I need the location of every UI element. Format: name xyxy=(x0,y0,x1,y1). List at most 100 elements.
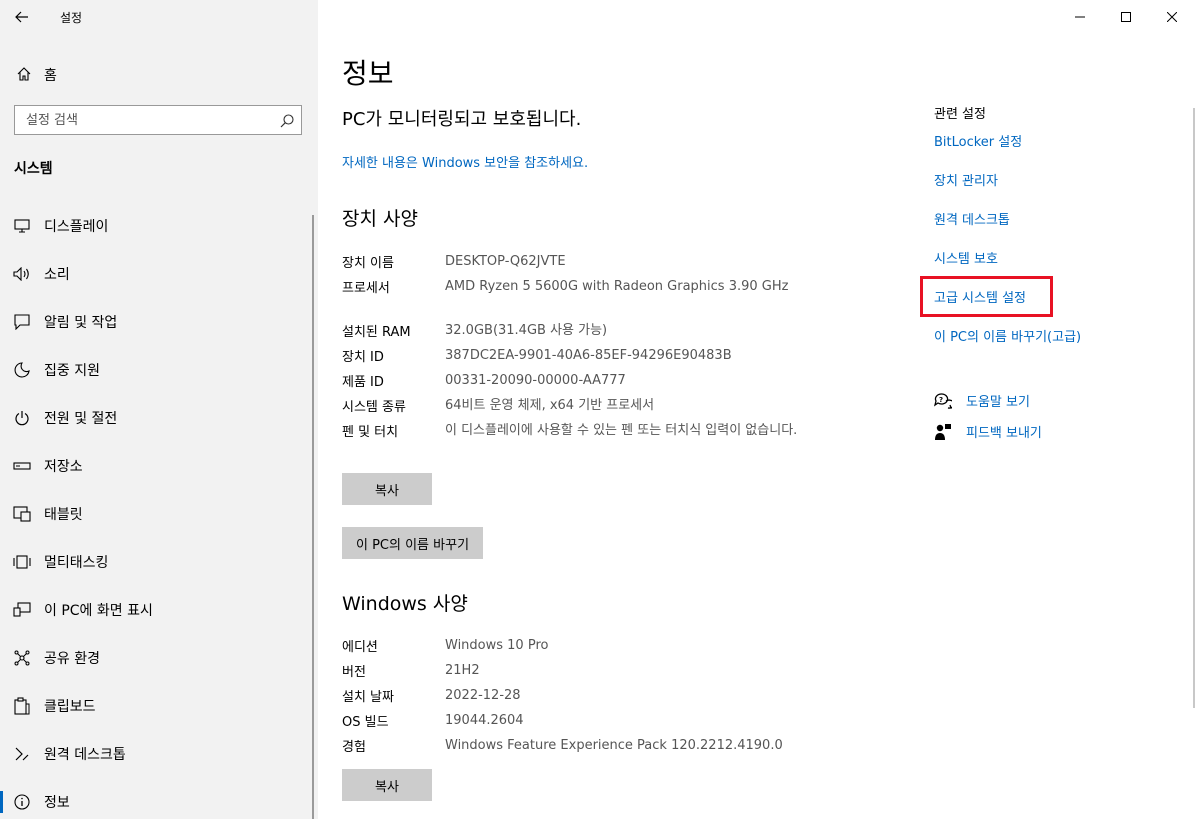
sidebar: 설정 홈 시스템 디스플레이 소리 알림 및 작업 집중 지원 전원 및 절전 xyxy=(0,0,318,819)
spec-key: 장치 이름 xyxy=(342,256,394,271)
maximize-button[interactable] xyxy=(1103,0,1149,34)
section-heading: 시스템 xyxy=(14,161,53,177)
spec-value: Windows Feature Experience Pack 120.2212… xyxy=(445,738,783,753)
related-settings-heading: 관련 설정 xyxy=(934,107,986,122)
sidebar-item-label: 정보 xyxy=(44,795,70,811)
sidebar-item-label: 멀티태스킹 xyxy=(44,555,109,571)
sidebar-item-project[interactable]: 이 PC에 화면 표시 xyxy=(0,589,318,637)
sidebar-item-shared-experiences[interactable]: 공유 환경 xyxy=(0,637,318,685)
spec-key: 설치 날짜 xyxy=(342,690,394,705)
help-chat-icon: ? xyxy=(934,392,952,410)
sidebar-item-power[interactable]: 전원 및 절전 xyxy=(0,397,318,445)
nav-list: 디스플레이 소리 알림 및 작업 집중 지원 전원 및 절전 저장소 태블릿 멀… xyxy=(0,205,318,819)
windows-specs-heading: Windows 사양 xyxy=(342,593,468,615)
active-indicator xyxy=(0,791,3,813)
sidebar-item-label: 소리 xyxy=(44,267,70,283)
spec-value: 387DC2EA-9901-40A6-85EF-94296E90483B xyxy=(445,348,732,363)
sidebar-item-clipboard[interactable]: 클립보드 xyxy=(0,685,318,733)
rename-pc-advanced-link[interactable]: 이 PC의 이름 바꾸기(고급) xyxy=(934,326,1081,345)
device-manager-link[interactable]: 장치 관리자 xyxy=(934,170,998,189)
spec-key: 경험 xyxy=(342,740,366,755)
sidebar-item-notifications[interactable]: 알림 및 작업 xyxy=(0,301,318,349)
spec-value: 이 디스플레이에 사용할 수 있는 펜 또는 터치식 입력이 없습니다. xyxy=(445,423,798,438)
minimize-button[interactable] xyxy=(1057,0,1103,34)
main-content: 정보 PC가 모니터링되고 보호됩니다. 자세한 내용은 Windows 보안을… xyxy=(318,0,1195,819)
tablet-icon xyxy=(13,505,31,523)
sidebar-item-sound[interactable]: 소리 xyxy=(0,253,318,301)
windows-security-link[interactable]: 자세한 내용은 Windows 보안을 참조하세요. xyxy=(342,152,588,171)
sidebar-item-label: 태블릿 xyxy=(44,507,83,523)
spec-value: 00331-20090-00000-AA777 xyxy=(445,373,626,388)
search-icon[interactable] xyxy=(279,113,295,129)
speaker-icon xyxy=(13,265,31,283)
back-button[interactable] xyxy=(6,2,38,32)
project-icon xyxy=(13,601,31,619)
minimize-icon xyxy=(1075,16,1085,18)
get-help-row[interactable]: ? 도움말 보기 xyxy=(934,391,1030,410)
copy-device-specs-button[interactable]: 복사 xyxy=(342,473,432,505)
sidebar-scrollbar[interactable] xyxy=(312,215,314,819)
spec-value: AMD Ryzen 5 5600G with Radeon Graphics 3… xyxy=(445,279,789,294)
spec-key: 시스템 종류 xyxy=(342,400,406,415)
window-controls xyxy=(1057,0,1195,34)
protection-status: PC가 모니터링되고 보호됩니다. xyxy=(342,109,582,130)
spec-key: 장치 ID xyxy=(342,350,384,365)
spec-key: 프로세서 xyxy=(342,281,390,296)
spec-value: DESKTOP-Q62JVTE xyxy=(445,254,566,269)
close-button[interactable] xyxy=(1149,0,1195,34)
spec-key: 설치된 RAM xyxy=(342,325,411,340)
page-title: 정보 xyxy=(342,57,394,90)
sidebar-item-label: 디스플레이 xyxy=(44,219,109,235)
spec-value: Windows 10 Pro xyxy=(445,638,549,653)
spec-key: 제품 ID xyxy=(342,375,384,390)
storage-icon xyxy=(13,457,31,475)
spec-value: 32.0GB(31.4GB 사용 가능) xyxy=(445,323,608,338)
sidebar-item-label: 원격 데스크톱 xyxy=(44,747,126,763)
maximize-icon xyxy=(1121,12,1131,22)
notification-icon xyxy=(13,313,31,331)
svg-text:?: ? xyxy=(939,396,943,404)
sidebar-item-display[interactable]: 디스플레이 xyxy=(0,205,318,253)
display-icon xyxy=(13,217,31,235)
spec-key: 에디션 xyxy=(342,640,378,655)
share-icon xyxy=(13,649,31,667)
back-arrow-icon xyxy=(15,11,28,23)
spec-value: 19044.2604 xyxy=(445,713,524,728)
give-feedback-link[interactable]: 피드백 보내기 xyxy=(966,422,1042,441)
sidebar-item-label: 전원 및 절전 xyxy=(44,411,118,427)
system-protection-link[interactable]: 시스템 보호 xyxy=(934,248,998,267)
home-label: 홈 xyxy=(44,68,57,84)
sidebar-item-home[interactable]: 홈 xyxy=(0,58,318,90)
sidebar-item-remote-desktop[interactable]: 원격 데스크톱 xyxy=(0,733,318,781)
spec-value: 21H2 xyxy=(445,663,480,678)
get-help-link[interactable]: 도움말 보기 xyxy=(966,391,1030,410)
sidebar-item-storage[interactable]: 저장소 xyxy=(0,445,318,493)
sidebar-item-multitasking[interactable]: 멀티태스킹 xyxy=(0,541,318,589)
sidebar-item-label: 클립보드 xyxy=(44,699,96,715)
info-icon xyxy=(13,793,31,811)
search-box[interactable] xyxy=(14,105,302,135)
spec-key: OS 빌드 xyxy=(342,715,389,730)
sidebar-item-label: 집중 지원 xyxy=(44,363,100,379)
remote-desktop-link[interactable]: 원격 데스크톱 xyxy=(934,209,1010,228)
search-input[interactable] xyxy=(16,107,274,133)
remote-desktop-icon xyxy=(13,745,31,763)
sidebar-item-focus-assist[interactable]: 집중 지원 xyxy=(0,349,318,397)
sidebar-item-label: 저장소 xyxy=(44,459,83,475)
moon-icon xyxy=(13,361,31,379)
title-bar: 설정 xyxy=(0,0,318,34)
copy-windows-specs-button[interactable]: 복사 xyxy=(342,769,432,801)
app-title: 설정 xyxy=(60,11,83,25)
spec-key: 버전 xyxy=(342,665,366,680)
power-icon xyxy=(13,409,31,427)
highlight-annotation xyxy=(920,276,1053,317)
give-feedback-row[interactable]: 피드백 보내기 xyxy=(934,422,1042,441)
sidebar-item-about[interactable]: 정보 xyxy=(0,781,318,819)
bitlocker-settings-link[interactable]: BitLocker 설정 xyxy=(934,131,1022,150)
device-specs-heading: 장치 사양 xyxy=(342,208,418,230)
sidebar-item-tablet[interactable]: 태블릿 xyxy=(0,493,318,541)
feedback-icon xyxy=(934,423,952,441)
rename-pc-button[interactable]: 이 PC의 이름 바꾸기 xyxy=(342,527,484,559)
multitasking-icon xyxy=(13,553,31,571)
spec-value: 64비트 운영 체제, x64 기반 프로세서 xyxy=(445,398,655,413)
